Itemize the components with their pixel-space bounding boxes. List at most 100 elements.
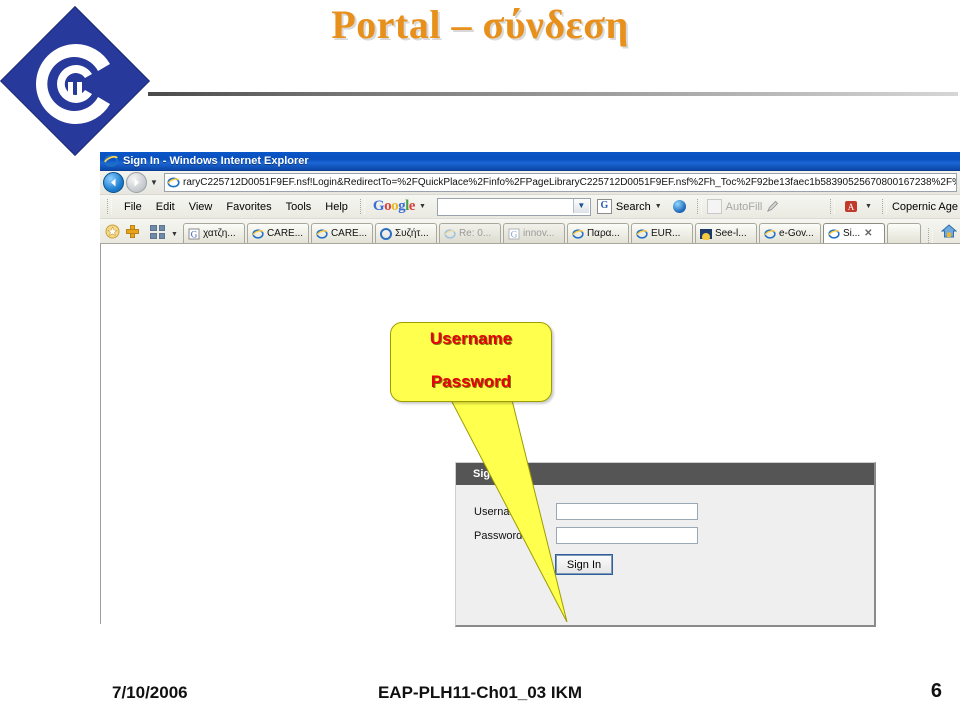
svg-text:G: G (191, 229, 198, 239)
internet-explorer-icon (828, 228, 840, 240)
callout-line-password: Password (430, 372, 512, 391)
tabs-toolbar: ▼ G χατζη... CARE... CARE... Συζήτ... Re… (100, 219, 960, 244)
menu-item-file[interactable]: File (117, 201, 149, 213)
callout-line-username: Username (429, 329, 513, 348)
tab-label: innov... (522, 228, 555, 239)
autofill-icon (706, 199, 722, 214)
acrobat-dropdown-icon[interactable]: ▼ (865, 203, 872, 210)
autofill-label[interactable]: AutoFill (726, 201, 763, 213)
internet-explorer-icon (764, 228, 776, 240)
internet-explorer-icon (252, 228, 264, 240)
browser-tab[interactable]: EUR... (630, 223, 693, 243)
forward-arrow-icon[interactable] (126, 172, 147, 193)
internet-explorer-icon (444, 228, 456, 240)
password-input[interactable] (556, 527, 698, 544)
browser-tab-active[interactable]: Si... ✕ (822, 223, 885, 243)
tab-label: χατζη... (202, 228, 236, 239)
toolbar-grip-2[interactable] (359, 199, 365, 214)
home-icon[interactable] (940, 224, 958, 239)
logo (0, 6, 156, 162)
signin-panel: Sign In Username: Password: Sign In (455, 462, 876, 627)
tab-label: Συζήτ... (394, 228, 429, 239)
toolbar-grip-3[interactable] (696, 199, 702, 214)
username-label: Username: (474, 505, 528, 518)
google-search-input[interactable]: ▼ (436, 197, 591, 216)
internet-explorer-icon (316, 228, 328, 240)
browser-window-screenshot: Sign In - Windows Internet Explorer ▼ ra… (100, 152, 960, 632)
callout-bubble: Username Password (390, 322, 552, 402)
google-search-label[interactable]: Search (616, 201, 651, 213)
browser-tab[interactable]: Re: 0... (438, 223, 501, 243)
toolbar-grip[interactable] (107, 199, 112, 214)
acrobat-icon[interactable]: A (844, 200, 858, 213)
google-dropdown-icon[interactable]: ▼ (419, 203, 426, 210)
signin-panel-header: Sign In (456, 463, 874, 485)
password-label: Password: (474, 529, 526, 542)
browser-tab[interactable]: e-Gov... (758, 223, 821, 243)
google-toolbar-icon: G (188, 228, 200, 240)
google-search-badge: G (596, 199, 612, 214)
footer-center-text: EAP-PLH11-Ch01_03 IKM (377, 683, 583, 702)
highlighter-pen-icon[interactable] (766, 200, 779, 213)
username-input[interactable] (556, 503, 698, 520)
menu-item-help[interactable]: Help (318, 201, 355, 213)
tab-label: See-l... (714, 228, 747, 239)
browser-tab[interactable]: CARE... (246, 223, 309, 243)
menu-item-edit[interactable]: Edit (149, 201, 182, 213)
tab-label: Re: 0... (458, 228, 492, 239)
add-plus-icon[interactable] (125, 224, 140, 239)
tab-label: CARE... (266, 228, 304, 239)
copernic-label[interactable]: Copernic Age (892, 201, 958, 213)
password-row: Password: (474, 527, 874, 544)
tab-label: Παρα... (586, 228, 620, 239)
tab-label: EUR... (650, 228, 681, 239)
svg-text:G: G (511, 229, 518, 239)
circle-icon (379, 227, 392, 240)
google-search-dropdown-icon[interactable]: ▼ (572, 198, 589, 213)
google-logo: Google (372, 198, 416, 214)
tab-label: Si... (842, 228, 861, 239)
sunrise-icon (699, 228, 712, 241)
google-search-options-icon[interactable]: ▼ (655, 203, 662, 210)
new-tab-button[interactable] (886, 223, 921, 243)
address-toolbar: ▼ raryC225712D0051F9EF.nsf!Login&Redirec… (100, 171, 960, 195)
browser-tab[interactable]: Παρα... (566, 223, 629, 243)
address-url-text: raryC225712D0051F9EF.nsf!Login&RedirectT… (183, 177, 956, 188)
quick-tabs-grid-icon[interactable] (150, 225, 165, 239)
signin-button-row: Sign In (474, 554, 874, 575)
back-arrow-icon[interactable] (103, 172, 124, 193)
browser-tab[interactable]: Συζήτ... (374, 223, 437, 243)
svg-text:A: A (848, 202, 855, 212)
browser-title-text: Sign In - Windows Internet Explorer (123, 155, 309, 167)
signin-submit-button[interactable]: Sign In (555, 554, 613, 575)
menu-item-tools[interactable]: Tools (279, 201, 319, 213)
menu-toolbar: File Edit View Favorites Tools Help Goog… (100, 195, 960, 219)
slide: Portal – σύνδεση Sign In - Windows Inter… (0, 0, 960, 712)
browser-tab[interactable]: G χατζη... (182, 223, 245, 243)
internet-explorer-icon (636, 228, 648, 240)
toolbar-grip-5[interactable] (881, 199, 887, 214)
tab-label: CARE... (330, 228, 368, 239)
close-icon[interactable]: ✕ (864, 228, 872, 239)
browser-titlebar: Sign In - Windows Internet Explorer (100, 152, 960, 171)
tab-label: e-Gov... (778, 228, 814, 239)
internet-explorer-icon (572, 228, 584, 240)
favorites-star-icon[interactable] (105, 224, 120, 239)
logo-c-glyph (36, 44, 110, 124)
signin-panel-body: Username: Password: Sign In (456, 485, 874, 575)
google-toolbar-icon[interactable] (672, 200, 686, 213)
toolbar-grip-6[interactable] (927, 228, 933, 243)
browser-tab[interactable]: See-l... (694, 223, 757, 243)
username-row: Username: (474, 503, 874, 520)
address-favicon-icon (167, 176, 180, 189)
quick-tabs-dropdown-icon[interactable]: ▼ (171, 231, 178, 238)
browser-tab[interactable]: CARE... (310, 223, 373, 243)
chevron-down-icon[interactable]: ▼ (149, 178, 159, 187)
footer-page-number: 6 (930, 680, 942, 702)
browser-tab[interactable]: G innov... (502, 223, 565, 243)
toolbar-grip-4[interactable] (830, 199, 836, 214)
menu-item-favorites[interactable]: Favorites (219, 201, 278, 213)
address-input[interactable]: raryC225712D0051F9EF.nsf!Login&RedirectT… (164, 173, 957, 192)
internet-explorer-icon (104, 154, 118, 168)
menu-item-view[interactable]: View (182, 201, 220, 213)
